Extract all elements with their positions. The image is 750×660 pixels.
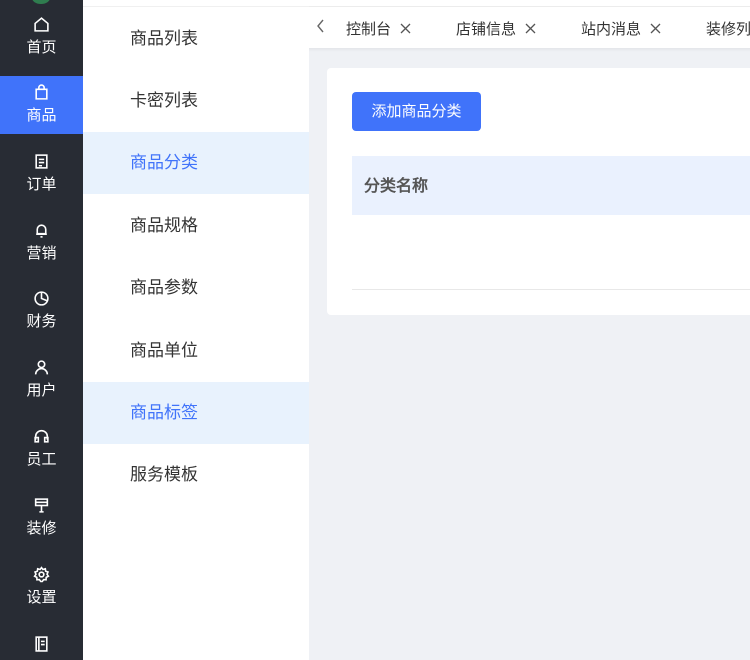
book-icon [35,636,48,652]
nav-item-label: 财务 [26,312,57,330]
nav-item-users[interactable]: 用户 [0,351,83,409]
nav-item-settings[interactable]: 设置 [0,558,83,616]
content-card: 添加商品分类 分类名称 [327,68,750,315]
home-icon [34,17,49,32]
tab-bar-shadow [309,48,750,52]
tab-label: 站内消息 [581,20,642,38]
main-nav: 首页 商品 订单 营销 财务 用户 员工 装修 设置 [0,0,83,660]
submenu-item-goods-tag[interactable]: 商品标签 [83,382,309,444]
nav-item-goods[interactable]: 商品 [0,76,83,134]
tab-site-messages[interactable]: 站内消息 [581,18,661,40]
nav-item-label: 员工 [26,450,57,468]
order-doc-icon [35,154,48,169]
bell-icon [36,224,47,238]
nav-item-home[interactable]: 首页 [0,8,83,66]
gear-icon [33,566,50,583]
add-category-button[interactable]: 添加商品分类 [352,92,481,131]
tab-label: 装修列 [706,20,750,38]
sub-menu: 商品列表 卡密列表 商品分类 商品规格 商品参数 商品单位 商品标签 服务模板 [83,0,309,660]
nav-item-label: 首页 [26,38,57,56]
nav-item-orders[interactable]: 订单 [0,145,83,203]
tab-decorate-list[interactable]: 装修列 [706,18,750,40]
tab-shop-info[interactable]: 店铺信息 [456,18,536,40]
nav-item-more[interactable] [0,627,83,660]
tab-label: 店铺信息 [456,20,517,38]
column-header-category-name: 分类名称 [364,176,429,195]
table-empty-divider [352,289,750,290]
tab-label: 控制台 [346,20,392,38]
close-icon[interactable] [400,23,411,34]
close-icon[interactable] [650,23,661,34]
nav-item-label: 设置 [26,588,57,606]
nav-item-label: 用户 [26,381,57,399]
shopping-bag-icon [35,84,48,100]
close-icon[interactable] [525,23,536,34]
nav-item-staff[interactable]: 员工 [0,420,83,478]
nav-item-label: 装修 [26,519,57,537]
submenu-item-service-template[interactable]: 服务模板 [83,444,309,506]
nav-item-marketing[interactable]: 营销 [0,214,83,272]
divider [83,6,309,7]
submenu-item-goods-params[interactable]: 商品参数 [83,257,309,319]
submenu-item-goods-unit[interactable]: 商品单位 [83,320,309,382]
submenu-item-goods-list[interactable]: 商品列表 [83,8,309,70]
submenu-item-card-secret-list[interactable]: 卡密列表 [83,70,309,132]
nav-item-label: 营销 [26,244,57,262]
tab-bar: 控制台 店铺信息 站内消息 装修列 [309,0,750,50]
pie-chart-icon [34,291,49,306]
tab-console[interactable]: 控制台 [346,18,411,40]
logo [32,0,50,4]
nav-item-label: 订单 [26,175,57,193]
nav-item-label: 商品 [26,106,57,124]
user-icon [34,360,49,375]
submenu-item-goods-spec[interactable]: 商品规格 [83,195,309,257]
nav-item-finance[interactable]: 财务 [0,282,83,340]
nav-item-decorate[interactable]: 装修 [0,489,83,547]
divider [309,6,750,7]
submenu-item-goods-category[interactable]: 商品分类 [83,132,309,194]
table-header: 分类名称 [352,156,750,215]
chevron-left-icon[interactable] [315,18,327,34]
headset-icon [34,429,49,443]
paint-brush-icon [34,498,49,513]
